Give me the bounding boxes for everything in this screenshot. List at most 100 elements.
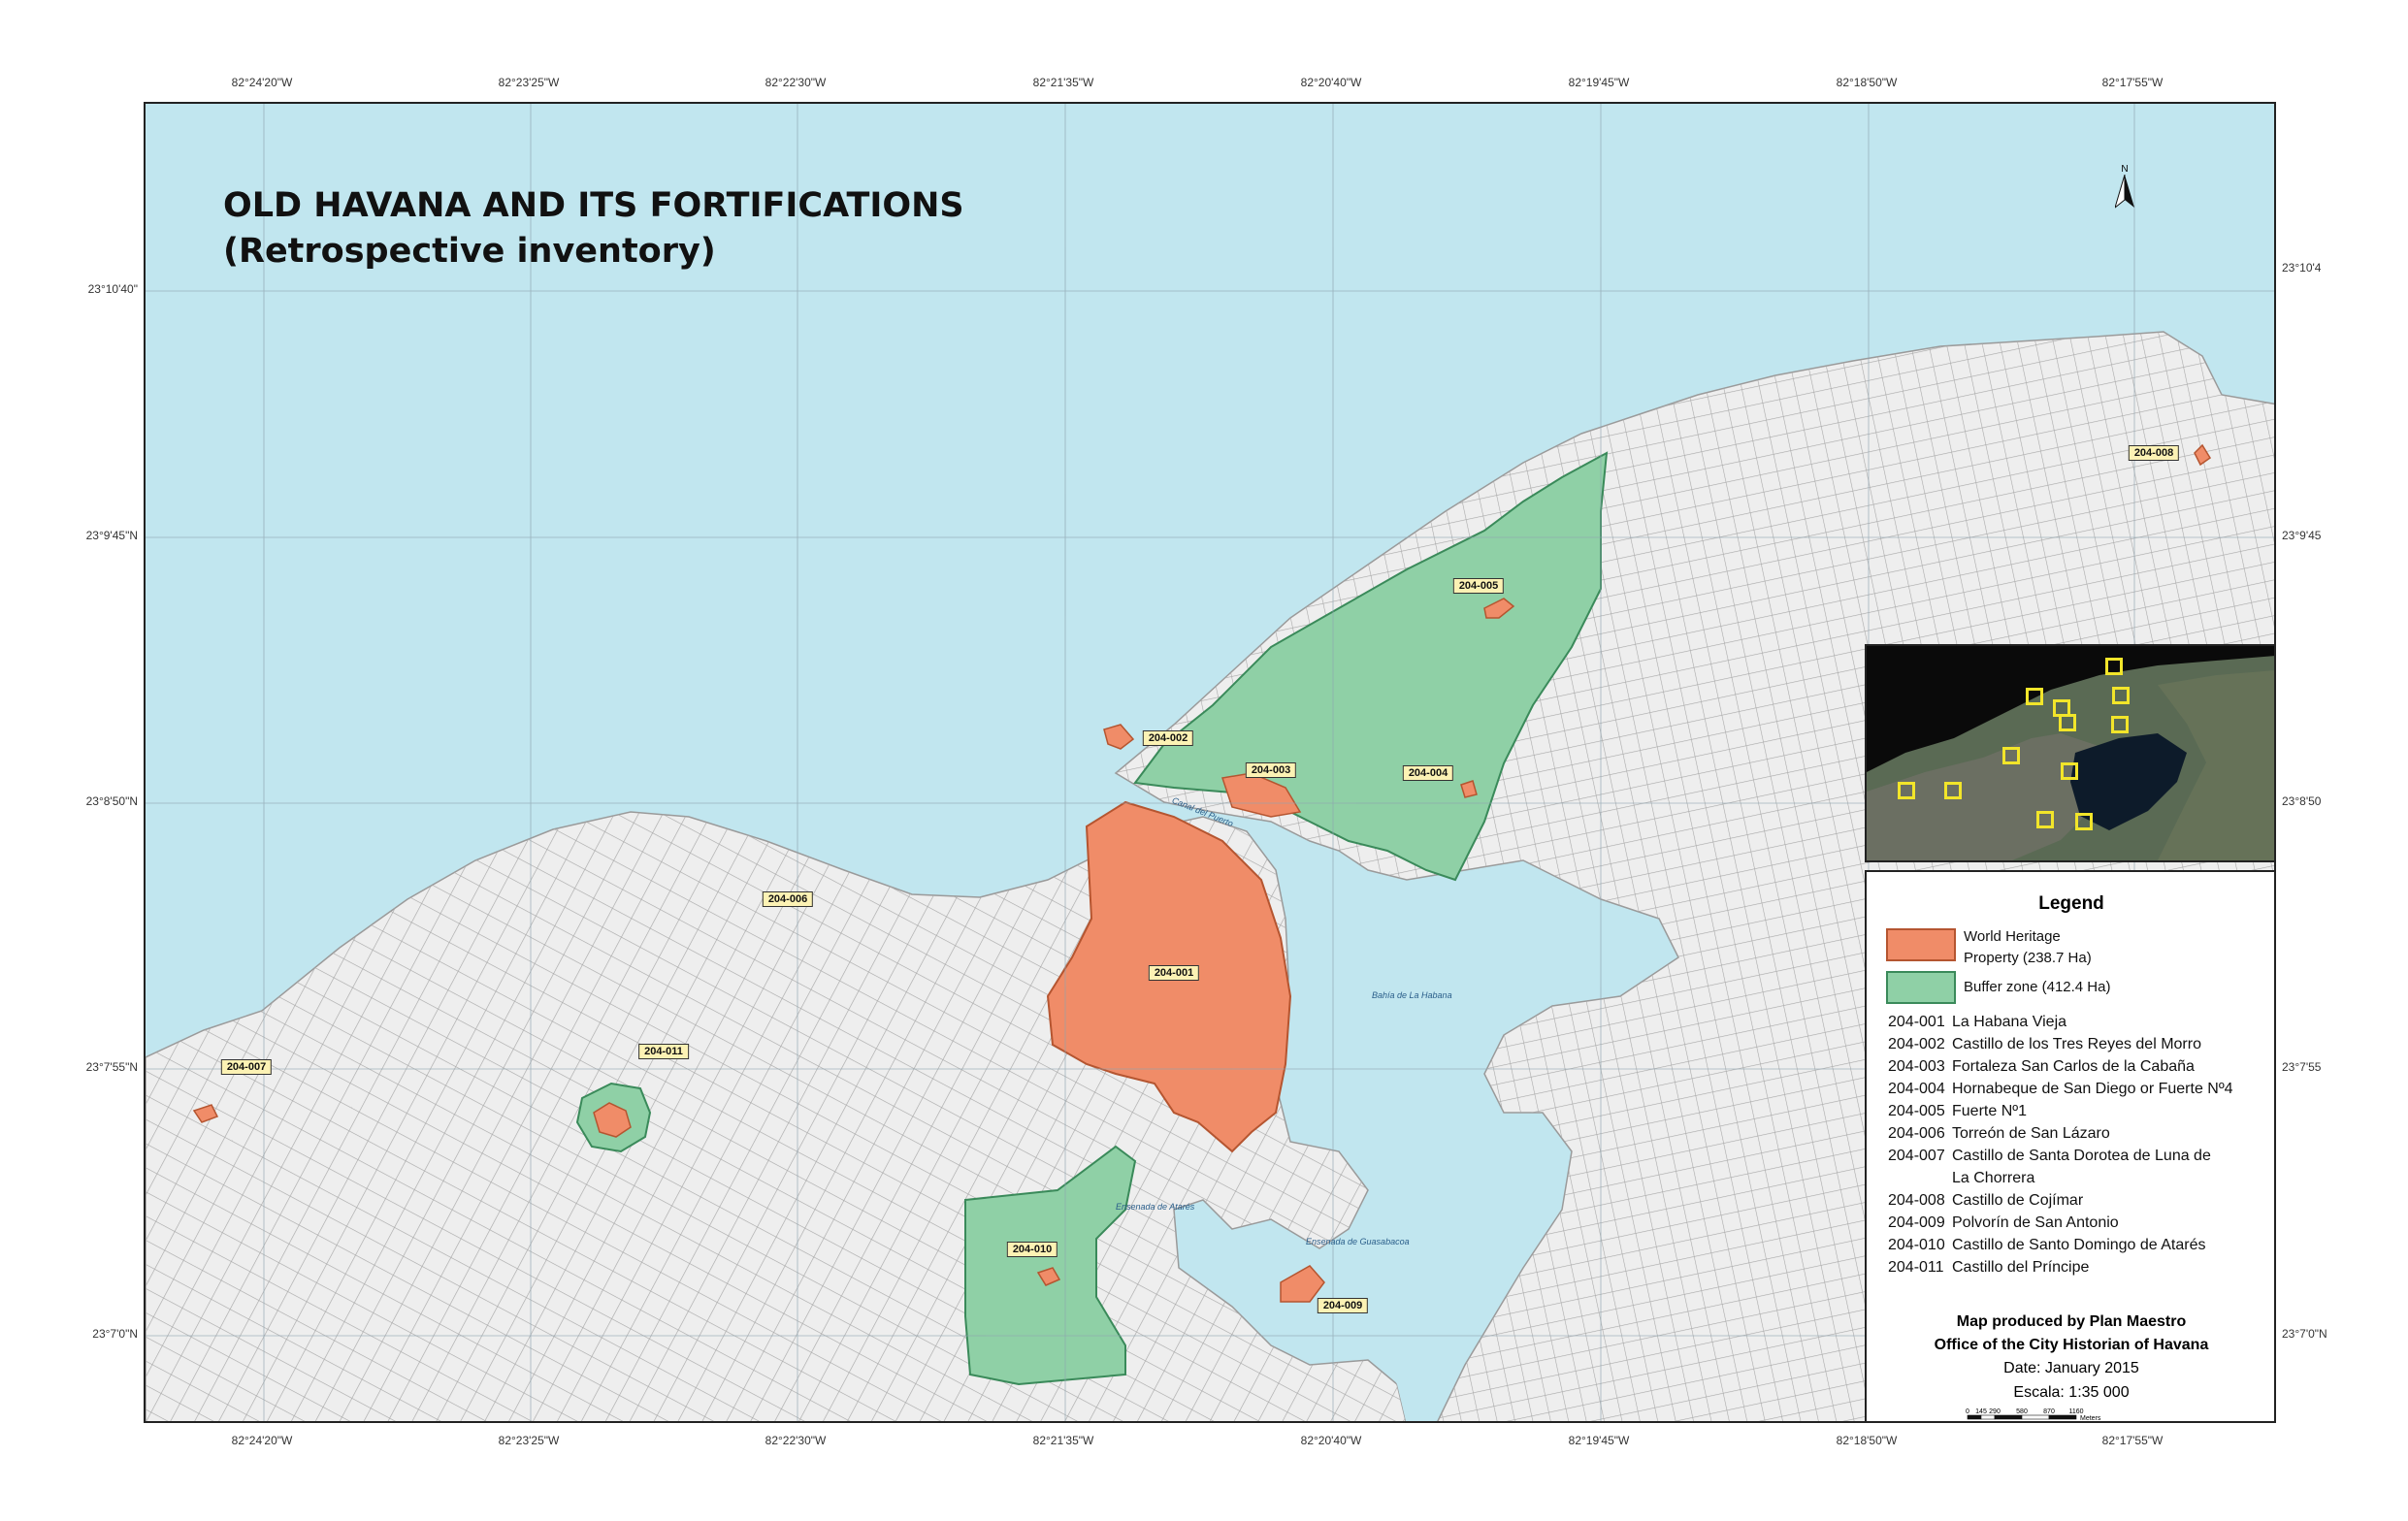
legend-entry-code: 204-004 — [1888, 1081, 1945, 1097]
legend-entry-name: La Habana Vieja — [1952, 1014, 2067, 1030]
scale-tick-1: 145 — [1975, 1408, 1987, 1415]
legend-entry: 204-007 Castillo de Santa Dorotea de Luna… — [1888, 1145, 2266, 1167]
coord-bottom-1: 82°23'25"W — [498, 1434, 560, 1447]
inset-marker-5 — [2002, 747, 2020, 764]
inset-marker-11 — [2111, 716, 2129, 733]
legend-entry-name: Castillo de Cojímar — [1952, 1192, 2084, 1209]
legend-swatch-buffer-zone — [1886, 971, 1956, 1004]
coord-left-3: 23°7'55"N — [85, 1060, 138, 1074]
legend-entry: 204-003 Fortaleza San Carlos de la Cabaña — [1888, 1055, 2266, 1078]
scale-tick-4: 870 — [2043, 1408, 2055, 1415]
inset-marker-4 — [2112, 687, 2130, 704]
coord-right-2: 23°8'50 — [2282, 794, 2322, 808]
legend-entry-name: Castillo del Príncipe — [1952, 1259, 2090, 1276]
coord-right-1: 23°9'45 — [2282, 529, 2322, 542]
north-label: N — [2121, 164, 2129, 175]
credit-line1: Map produced by Plan Maestro — [1956, 1313, 2187, 1330]
world-heritage-morro[interactable] — [1103, 724, 1135, 750]
legend-label-buffer-zone: Buffer zone (412.4 Ha) — [1964, 979, 2111, 995]
site-tag-204-011[interactable]: 204-011 — [638, 1044, 689, 1059]
legend-entry: 204-011 Castillo del Príncipe — [1888, 1256, 2266, 1278]
inset-marker-3 — [2059, 714, 2076, 731]
coord-right-3: 23°7'55 — [2282, 1060, 2322, 1074]
coord-top-3: 82°21'35"W — [1032, 76, 1094, 89]
site-tag-204-006[interactable]: 204-006 — [762, 891, 814, 907]
site-tag-204-003[interactable]: 204-003 — [1245, 762, 1297, 778]
coord-right-0: 23°10'4 — [2282, 261, 2322, 275]
scale-tick-5: 1160 — [2068, 1408, 2083, 1415]
map-title: OLD HAVANA AND ITS FORTIFICATIONS (Retro… — [223, 183, 964, 275]
legend-entry: 204-001 La Habana Vieja — [1888, 1011, 2266, 1033]
legend-entry-code: 204-005 — [1888, 1103, 1945, 1119]
legend-entry-code: 204-006 — [1888, 1125, 1945, 1142]
legend-whp-line2: Property (238.7 Ha) — [1964, 950, 2092, 966]
legend-entry: 204-008 Castillo de Cojímar — [1888, 1189, 2266, 1212]
site-tag-204-009[interactable]: 204-009 — [1317, 1298, 1369, 1313]
coord-left-1: 23°9'45"N — [85, 529, 138, 542]
site-tag-204-001[interactable]: 204-001 — [1148, 965, 1200, 981]
inset-marker-7 — [1944, 782, 1962, 799]
scale-unit: Meters — [2080, 1415, 2101, 1421]
coord-top-4: 82°20'40"W — [1300, 76, 1362, 89]
water-label-guasabacoa: Ensenada de Guasabacoa — [1306, 1237, 1410, 1246]
coord-left-4: 23°7'0"N — [92, 1327, 138, 1341]
legend-entry-code: 204-002 — [1888, 1036, 1945, 1052]
legend-entry-name: La Chorrera — [1952, 1170, 2035, 1186]
inset-marker-8 — [1898, 782, 1915, 799]
scale-tick-3: 580 — [2016, 1408, 2028, 1415]
legend-entry: 204-009 Polvorín de San Antonio — [1888, 1212, 2266, 1234]
coord-bottom-6: 82°18'50"W — [1836, 1434, 1898, 1447]
coord-bottom-7: 82°17'55"W — [2101, 1434, 2164, 1447]
world-heritage-polvorin[interactable] — [1280, 1265, 1325, 1303]
scale-tick-0: 0 — [1966, 1408, 1969, 1415]
coord-right-4: 23°7'0"N — [2282, 1327, 2327, 1341]
legend-entry-code: 204-009 — [1888, 1214, 1945, 1231]
map-frame[interactable]: OLD HAVANA AND ITS FORTIFICATIONS (Retro… — [144, 102, 2276, 1423]
map-title-line2: (Retrospective inventory) — [223, 232, 716, 271]
legend-entry-name: Castillo de Santa Dorotea de Luna de — [1952, 1148, 2211, 1164]
legend-title: Legend — [2038, 893, 2104, 914]
site-tag-204-010[interactable]: 204-010 — [1006, 1242, 1058, 1257]
coord-top-1: 82°23'25"W — [498, 76, 560, 89]
legend-swatch-world-heritage — [1886, 928, 1956, 961]
legend-entry-name: Fortaleza San Carlos de la Cabaña — [1952, 1058, 2195, 1075]
coord-bottom-2: 82°22'30"W — [765, 1434, 827, 1447]
legend-entry-name: Polvorín de San Antonio — [1952, 1214, 2119, 1231]
legend-entry-code: 204-007 — [1888, 1148, 1945, 1164]
legend-site-list: 204-001 La Habana Vieja 204-002 Castillo de… — [1888, 1011, 2266, 1278]
legend-entry-code: 204-003 — [1888, 1058, 1945, 1075]
inset-overview-map[interactable] — [1865, 644, 2274, 862]
coord-top-5: 82°19'45"W — [1568, 76, 1630, 89]
legend-entry-code: 204-008 — [1888, 1192, 1945, 1209]
scale-bar: 0 145 290 580 870 1160Meters — [1966, 1408, 2101, 1421]
site-tag-204-004[interactable]: 204-004 — [1402, 765, 1454, 781]
legend-credits: Map produced by Plan Maestro Office of t… — [1867, 1311, 2274, 1380]
site-tag-204-002[interactable]: 204-002 — [1142, 730, 1194, 746]
scale-segment-2 — [1994, 1414, 2023, 1420]
legend-entry-code: 204-011 — [1888, 1259, 1944, 1276]
legend-whp-line1: World Heritage — [1964, 928, 2061, 945]
coord-bottom-0: 82°24'20"W — [231, 1434, 293, 1447]
north-arrow-icon — [2114, 174, 2134, 210]
inset-marker-9 — [2036, 811, 2054, 828]
inset-marker-0 — [2105, 658, 2123, 675]
legend-entry-name: Fuerte Nº1 — [1952, 1103, 2027, 1119]
legend-entry-name: Torreón de San Lázaro — [1952, 1125, 2110, 1142]
site-tag-204-007[interactable]: 204-007 — [220, 1059, 273, 1075]
inset-marker-10 — [2075, 813, 2093, 830]
water-label-bahia: Bahía de La Habana — [1372, 990, 1452, 1000]
inset-marker-1 — [2026, 688, 2043, 705]
site-tag-204-005[interactable]: 204-005 — [1452, 578, 1505, 594]
legend-label-world-heritage: World Heritage Property (238.7 Ha) — [1964, 926, 2092, 969]
water-label-atares: Ensenada de Atarés — [1116, 1202, 1195, 1212]
legend-entry-code: 204-010 — [1888, 1237, 1945, 1253]
legend-entry: 204-002 Castillo de los Tres Reyes del Mo… — [1888, 1033, 2266, 1055]
inset-marker-6 — [2061, 762, 2078, 780]
site-tag-204-008[interactable]: 204-008 — [2128, 445, 2180, 461]
north-arrow: N — [2114, 164, 2134, 214]
inset-satellite-image — [1867, 646, 2274, 860]
legend-entry: 204-006 Torreón de San Lázaro — [1888, 1122, 2266, 1145]
legend-entry: 204-010 Castillo de Santo Domingo de Atar… — [1888, 1234, 2266, 1256]
legend-entry-name: Hornabeque de San Diego or Fuerte Nº4 — [1952, 1081, 2233, 1097]
credit-line2: Office of the City Historian of Havana — [1934, 1337, 2209, 1353]
